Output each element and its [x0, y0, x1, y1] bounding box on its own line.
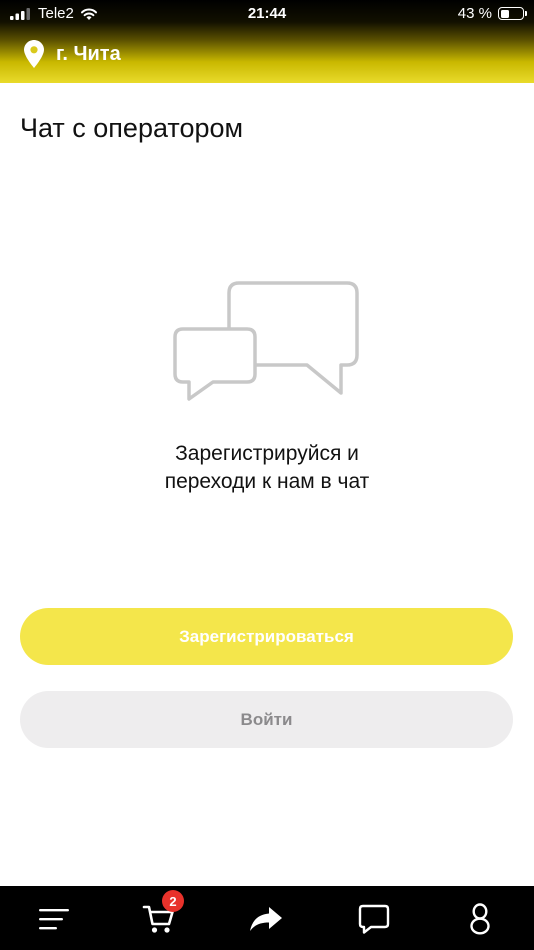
prompt-line-2: переходи к нам в чат	[164, 470, 370, 493]
tab-cart[interactable]: 2	[141, 890, 184, 936]
register-prompt: Зарегистрируйся и переходи к нам в чат	[0, 440, 534, 496]
cart-badge: 2	[162, 890, 184, 912]
battery-icon	[498, 7, 527, 20]
location-pin-icon	[24, 40, 44, 68]
city-selector[interactable]: г. Чита	[24, 40, 121, 68]
battery-level	[500, 9, 510, 18]
share-icon	[250, 907, 282, 931]
tab-menu[interactable]	[36, 902, 72, 936]
menu-icon	[39, 909, 69, 930]
city-name: г. Чита	[56, 42, 121, 65]
register-button[interactable]: Зарегистрироваться	[20, 608, 513, 665]
app-header: Tele2 21:44 43 % г. Чита	[0, 0, 534, 83]
profile-icon	[470, 903, 490, 935]
prompt-line-1: Зарегистрируйся и	[175, 442, 359, 465]
tab-share[interactable]	[248, 902, 284, 936]
battery-percent: 43 %	[457, 5, 492, 22]
status-bar: Tele2 21:44 43 %	[0, 0, 534, 28]
chat-bubbles-icon	[173, 281, 359, 401]
tab-chat[interactable]	[356, 902, 392, 936]
status-right: 43 %	[457, 5, 527, 22]
login-button[interactable]: Войти	[20, 691, 513, 748]
page-title: Чат с оператором	[20, 113, 244, 143]
bottom-tab-bar: 2	[0, 886, 534, 950]
tab-profile[interactable]	[462, 902, 498, 936]
chat-icon	[358, 904, 390, 934]
status-time: 21:44	[247, 5, 287, 22]
